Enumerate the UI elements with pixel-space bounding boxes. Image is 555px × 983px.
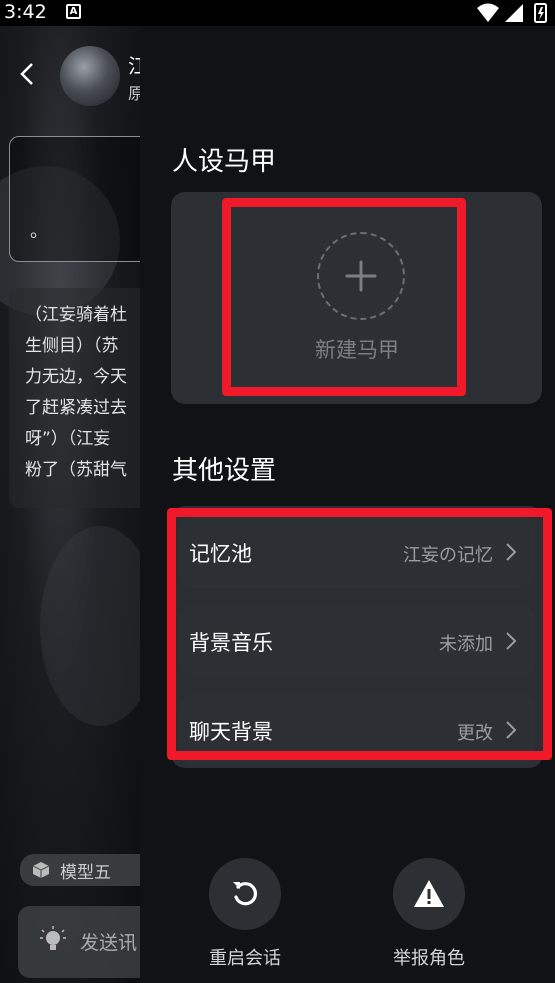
back-arrow-icon[interactable] xyxy=(14,60,42,88)
chevron-right-icon xyxy=(506,721,517,739)
persona-section-title: 人设马甲 xyxy=(172,147,277,177)
character-name: 江 xyxy=(128,54,140,78)
model-selector-chip[interactable]: 模型五 xyxy=(20,854,140,886)
character-subtitle: 原 xyxy=(128,84,140,103)
setting-name: 记忆池 xyxy=(189,542,252,566)
system-status-icons xyxy=(477,3,547,23)
message-line: 呀”）（江妄 xyxy=(25,429,111,449)
setting-name: 聊天背景 xyxy=(189,720,273,744)
setting-value: 未添加 xyxy=(439,634,493,655)
new-persona-label: 新建马甲 xyxy=(315,338,399,362)
chat-page-background: 江 原 。 （江妄骑着杜 生侧目）（苏 力无边，今天 了赶紧凑过去 呀”）（江妄… xyxy=(0,26,140,983)
new-persona-button[interactable]: 新建马甲 xyxy=(271,210,443,386)
restart-session-button[interactable]: 重启会话 xyxy=(185,858,305,969)
model-chip-label: 模型五 xyxy=(60,863,111,883)
setting-row-background-music[interactable]: 背景音乐 未添加 xyxy=(179,605,535,677)
other-settings-section-title: 其他设置 xyxy=(172,456,277,486)
report-button-circle[interactable] xyxy=(393,858,465,930)
persona-card: 新建马甲 xyxy=(171,192,542,404)
character-avatar[interactable] xyxy=(60,46,120,106)
setting-name: 背景音乐 xyxy=(189,631,273,655)
notification-a-icon: A xyxy=(66,4,81,19)
chevron-right-icon xyxy=(506,632,517,650)
report-character-button[interactable]: 举报角色 xyxy=(369,858,489,969)
lightbulb-icon[interactable] xyxy=(40,926,66,956)
warning-icon xyxy=(414,880,444,907)
setting-row-memory-pool[interactable]: 记忆池 江妄の记忆 xyxy=(179,516,535,588)
restart-session-label: 重启会话 xyxy=(209,948,281,969)
message-input-placeholder: 发送讯 xyxy=(80,932,138,954)
restart-button-circle[interactable] xyxy=(209,858,281,930)
chat-settings-drawer: 人设马甲 新建马甲 其他设置 记忆池 江妄の记忆 背景音乐 未添加 聊天背景 更… xyxy=(140,26,555,983)
intro-card: 。 xyxy=(9,136,140,262)
chevron-right-icon xyxy=(506,543,517,561)
status-bar: 3:42 A xyxy=(0,0,555,26)
message-input-bar[interactable]: 发送讯 xyxy=(18,906,140,978)
setting-value: 更改 xyxy=(457,723,493,744)
setting-row-chat-background[interactable]: 聊天背景 更改 xyxy=(179,694,535,766)
signal-icon xyxy=(505,4,523,22)
cube-icon xyxy=(32,862,50,878)
status-time: 3:42 xyxy=(4,1,47,23)
settings-list: 记忆池 江妄の记忆 背景音乐 未添加 聊天背景 更改 xyxy=(171,506,543,768)
message-line: 粉了（苏甜气 xyxy=(25,460,127,480)
refresh-icon xyxy=(233,882,258,906)
chat-message-bubble: （江妄骑着杜 生侧目）（苏 力无边，今天 了赶紧凑过去 呀”）（江妄 粉了（苏甜… xyxy=(9,288,140,508)
wifi-icon xyxy=(477,3,499,22)
message-line: 了赶紧凑过去 xyxy=(25,398,127,418)
setting-value: 江妄の记忆 xyxy=(403,545,493,566)
report-character-label: 举报角色 xyxy=(393,948,465,969)
message-line: 生侧目）（苏 xyxy=(25,336,119,356)
message-line: 力无边，今天 xyxy=(25,367,127,387)
message-line: （江妄骑着杜 xyxy=(25,305,127,325)
dashed-circle xyxy=(317,232,405,320)
intro-card-text: 。 xyxy=(30,221,48,242)
plus-icon xyxy=(345,260,377,292)
